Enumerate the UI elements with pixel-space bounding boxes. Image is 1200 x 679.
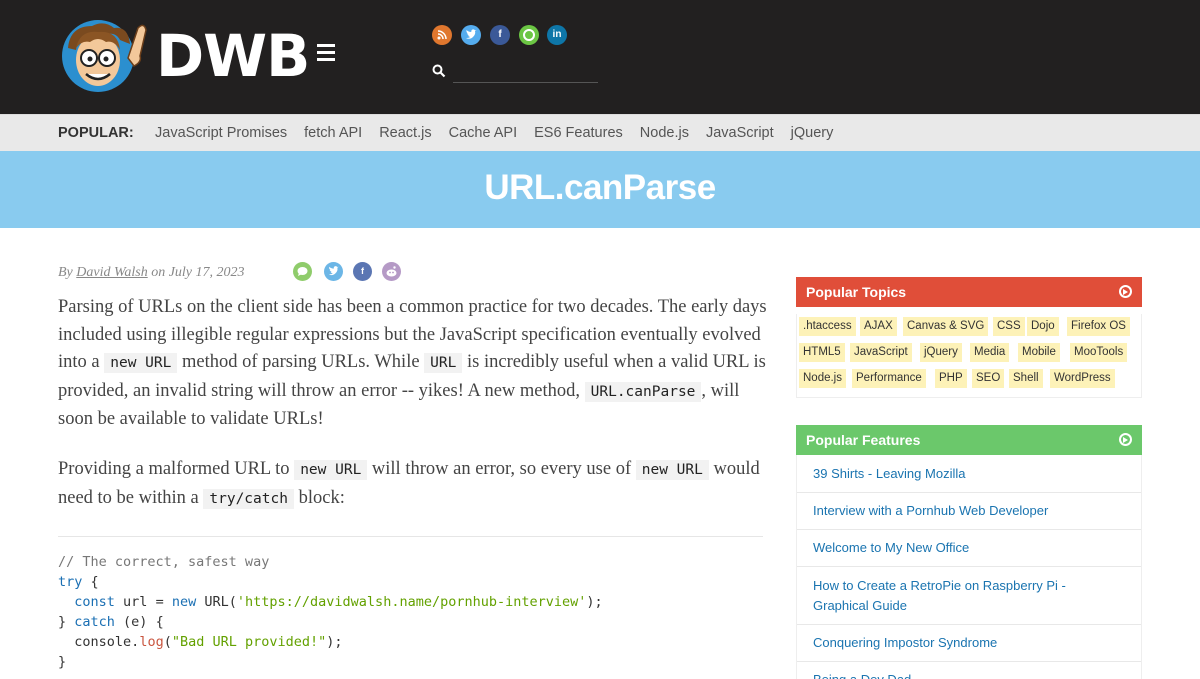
- popular-link[interactable]: React.js: [379, 125, 431, 141]
- inline-code: new URL: [635, 460, 709, 480]
- topic-tag[interactable]: Dojo: [1027, 317, 1059, 336]
- topic-tag[interactable]: Media: [970, 343, 1010, 362]
- search-icon[interactable]: [432, 64, 446, 78]
- topic-tag[interactable]: CSS: [993, 317, 1025, 336]
- topic-tag[interactable]: jQuery: [920, 343, 962, 362]
- popular-bar: POPULAR: JavaScript Promises fetch API R…: [0, 114, 1200, 151]
- popular-features-title: Popular Features: [806, 432, 921, 448]
- popular-label: POPULAR:: [58, 125, 134, 141]
- site-logo[interactable]: DWB: [58, 18, 340, 94]
- popular-link[interactable]: jQuery: [791, 125, 834, 141]
- topic-tag[interactable]: HTML5: [799, 343, 845, 362]
- divider: [797, 624, 1141, 625]
- feature-link[interactable]: Interview with a Pornhub Web Developer: [813, 501, 1113, 521]
- code-identifier: console: [74, 634, 132, 650]
- popular-link[interactable]: JavaScript Promises: [155, 125, 287, 141]
- brand-name: DWB: [156, 22, 310, 90]
- search-underline: [453, 82, 598, 83]
- inline-code: URL.canParse: [584, 381, 702, 402]
- topic-tag[interactable]: WordPress: [1050, 369, 1115, 388]
- arrow-circle-icon[interactable]: [1119, 285, 1132, 298]
- topic-tag[interactable]: .htaccess: [799, 317, 856, 336]
- code-string: 'https://davidwalsh.name/pornhub-intervi…: [236, 594, 587, 610]
- code-keyword: try: [58, 574, 83, 590]
- rss-icon[interactable]: [432, 25, 452, 45]
- author-link[interactable]: David Walsh: [76, 265, 147, 280]
- comment-icon[interactable]: [293, 262, 312, 281]
- popular-topics-list: .htaccess AJAX Canvas & SVG CSS Dojo Fir…: [796, 314, 1142, 398]
- topic-tag[interactable]: Performance: [852, 369, 926, 388]
- topic-tag[interactable]: MooTools: [1070, 343, 1128, 362]
- divider: [797, 566, 1141, 567]
- inline-code: new URL: [104, 353, 178, 373]
- twitter-icon[interactable]: [461, 25, 481, 45]
- code-block: // The correct, safest way try { const u…: [58, 554, 603, 670]
- feature-link[interactable]: 39 Shirts - Leaving Mozilla: [813, 464, 1113, 484]
- post-date: on July 17, 2023: [151, 265, 245, 280]
- article-paragraph-2: Providing a malformed URL to new URL wil…: [58, 456, 768, 513]
- byline: By David Walsh on July 17, 2023: [58, 265, 245, 281]
- topic-tag[interactable]: Mobile: [1018, 343, 1060, 362]
- code-comment: // The correct, safest way: [58, 554, 270, 570]
- hamburger-menu-icon[interactable]: [317, 44, 335, 61]
- inline-code: new URL: [294, 460, 368, 480]
- topic-tag[interactable]: JavaScript: [850, 343, 912, 362]
- popular-link[interactable]: Node.js: [640, 125, 689, 141]
- mascot-logo-icon: [62, 20, 147, 92]
- popular-features-list: 39 Shirts - Leaving Mozilla Interview wi…: [796, 455, 1142, 679]
- search-input[interactable]: [453, 62, 598, 82]
- twitter-share-icon[interactable]: [324, 262, 343, 281]
- divider: [797, 661, 1141, 662]
- topic-tag[interactable]: PHP: [935, 369, 967, 388]
- byline-by: By: [58, 265, 73, 280]
- text: will throw an error, so every use of: [371, 459, 632, 479]
- text: Providing a malformed URL to: [58, 459, 290, 479]
- title-band: URL.canParse: [0, 151, 1200, 228]
- popular-topics-header[interactable]: Popular Topics: [796, 277, 1142, 307]
- inline-code: URL: [424, 353, 463, 373]
- feature-link[interactable]: Conquering Impostor Syndrome: [813, 633, 1113, 653]
- popular-topics-title: Popular Topics: [806, 284, 907, 300]
- site-header: DWB f in: [0, 0, 1200, 114]
- github-icon[interactable]: [519, 25, 539, 45]
- popular-link[interactable]: ES6 Features: [534, 125, 623, 141]
- divider: [797, 529, 1141, 530]
- divider: [797, 492, 1141, 493]
- inline-code: try/catch: [203, 488, 294, 509]
- feature-link[interactable]: Being a Dev Dad: [813, 670, 1113, 679]
- code-keyword: new: [171, 594, 197, 610]
- topic-tag[interactable]: Shell: [1009, 369, 1043, 388]
- code-identifier: URL: [204, 594, 229, 610]
- popular-features-header[interactable]: Popular Features: [796, 425, 1142, 455]
- topic-tag[interactable]: Canvas & SVG: [903, 317, 989, 336]
- arrow-circle-icon[interactable]: [1119, 433, 1132, 446]
- facebook-share-icon[interactable]: f: [353, 262, 372, 281]
- facebook-icon[interactable]: f: [490, 25, 510, 45]
- code-identifier: (e): [123, 614, 148, 630]
- topic-tag[interactable]: Firefox OS: [1067, 317, 1130, 336]
- article-paragraph-1: Parsing of URLs on the client side has b…: [58, 294, 768, 434]
- topic-tag[interactable]: Node.js: [799, 369, 846, 388]
- feature-link[interactable]: Welcome to My New Office: [813, 538, 1113, 558]
- feature-link[interactable]: How to Create a RetroPie on Raspberry Pi…: [813, 576, 1113, 616]
- topic-tag[interactable]: AJAX: [860, 317, 897, 336]
- code-function: log: [139, 634, 164, 650]
- reddit-share-icon[interactable]: [382, 262, 401, 281]
- text: block:: [298, 487, 345, 508]
- linkedin-icon[interactable]: in: [547, 25, 567, 45]
- code-identifier: url: [123, 594, 148, 610]
- code-keyword: catch: [74, 614, 115, 630]
- code-divider: [58, 536, 763, 537]
- page-title: URL.canParse: [484, 168, 716, 207]
- code-keyword: const: [74, 594, 115, 610]
- popular-link[interactable]: Cache API: [449, 125, 518, 141]
- code-string: "Bad URL provided!": [171, 634, 327, 650]
- topic-tag[interactable]: SEO: [972, 369, 1005, 388]
- popular-link[interactable]: fetch API: [304, 125, 362, 141]
- popular-links: JavaScript Promises fetch API React.js C…: [155, 125, 850, 141]
- popular-link[interactable]: JavaScript: [706, 125, 774, 141]
- text: method of parsing URLs. While: [181, 352, 420, 372]
